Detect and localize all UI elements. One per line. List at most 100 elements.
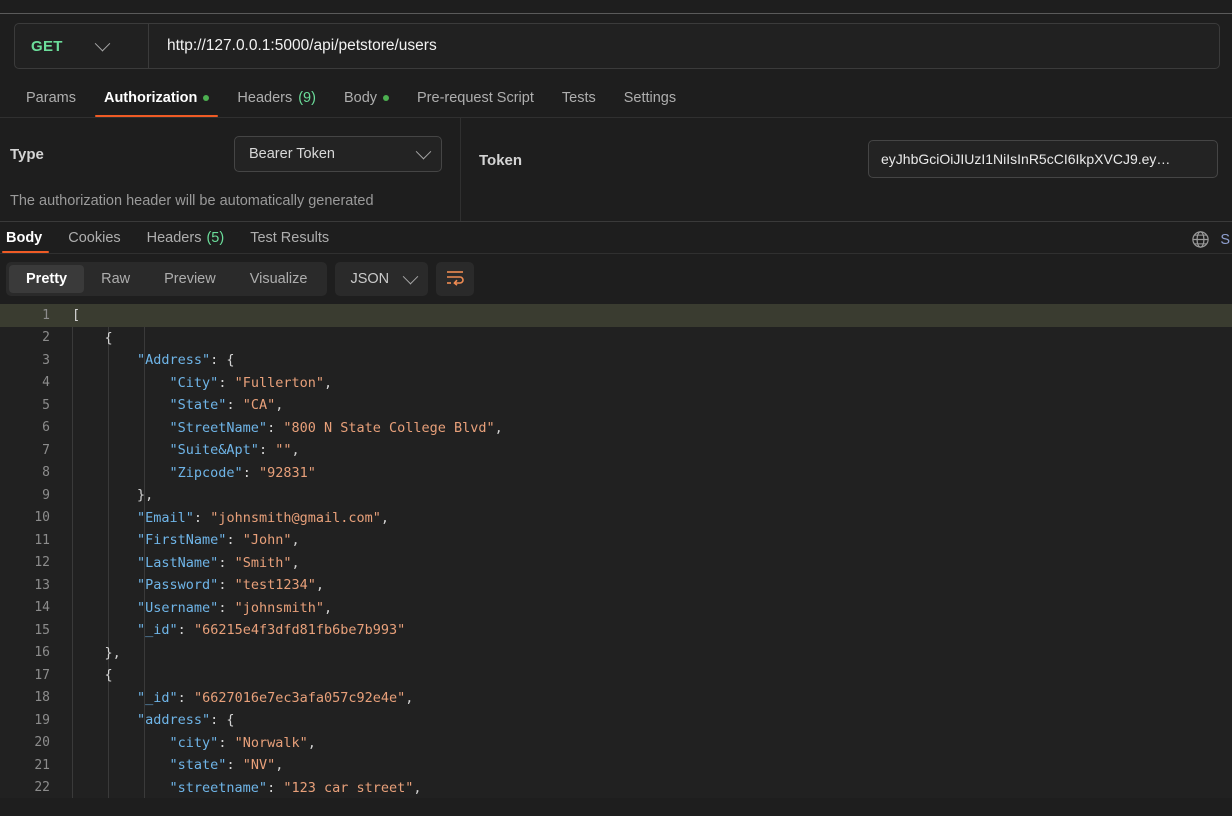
- line-number: 14: [34, 600, 50, 616]
- code-line: 16 },: [0, 642, 1232, 665]
- code-text: "LastName": "Smith",: [72, 554, 300, 571]
- code-line: 8 "Zipcode": "92831": [0, 462, 1232, 485]
- authorization-panel: Type Bearer Token The authorization head…: [0, 118, 1232, 221]
- code-text: "city": "Norwalk",: [72, 734, 316, 751]
- tab-params[interactable]: Params: [12, 78, 90, 117]
- chevron-down-icon: [94, 35, 111, 51]
- request-url-bar-container: GET: [0, 14, 1232, 78]
- tab-headers[interactable]: Headers (9): [223, 78, 330, 117]
- code-text: "Username": "johnsmith",: [72, 599, 333, 616]
- code-line: 7 "Suite&Apt": "",: [0, 439, 1232, 462]
- code-line: 2 {: [0, 327, 1232, 350]
- auth-type-select[interactable]: Bearer Token: [234, 136, 442, 172]
- authorization-type-row: Type Bearer Token: [0, 136, 460, 172]
- code-line: 5 "State": "CA",: [0, 394, 1232, 417]
- tab-label: Pre-request Script: [417, 89, 534, 106]
- code-line: 22 "streetname": "123 car street",: [0, 777, 1232, 799]
- token-value: eyJhbGciOiJIUzI1NiIsInR5cCI6IkpXVCJ9.ey…: [881, 151, 1171, 167]
- response-tab-body[interactable]: Body: [0, 222, 55, 253]
- response-body-code[interactable]: 1[2 {3 "Address": {4 "City": "Fullerton"…: [0, 304, 1232, 798]
- line-number: 3: [42, 352, 50, 368]
- code-line: 20 "city": "Norwalk",: [0, 732, 1232, 755]
- line-number: 9: [42, 487, 50, 503]
- response-format-select[interactable]: JSON: [335, 262, 429, 296]
- save-response-label[interactable]: S: [1220, 232, 1232, 248]
- tab-tests[interactable]: Tests: [548, 78, 610, 117]
- response-tab-cookies[interactable]: Cookies: [55, 222, 133, 253]
- line-number: 22: [34, 780, 50, 796]
- code-line: 6 "StreetName": "800 N State College Blv…: [0, 417, 1232, 440]
- tab-body[interactable]: Body: [330, 78, 403, 117]
- line-number: 21: [34, 757, 50, 773]
- token-label: Token: [479, 152, 523, 169]
- tab-settings[interactable]: Settings: [610, 78, 690, 117]
- line-number: 1: [42, 307, 50, 323]
- code-text: "FirstName": "John",: [72, 532, 300, 549]
- code-text: "Zipcode": "92831": [72, 464, 316, 481]
- code-text: },: [72, 487, 154, 504]
- chevron-down-icon: [415, 143, 432, 159]
- url-input[interactable]: [149, 24, 1219, 68]
- line-number: 7: [42, 442, 50, 458]
- view-mode-preview[interactable]: Preview: [147, 265, 233, 293]
- auth-type-label: Type: [10, 145, 44, 163]
- code-text: "City": "Fullerton",: [72, 374, 333, 391]
- code-line: 4 "City": "Fullerton",: [0, 372, 1232, 395]
- line-number: 8: [42, 465, 50, 481]
- view-mode-visualize[interactable]: Visualize: [233, 265, 325, 293]
- code-line: 17 {: [0, 664, 1232, 687]
- tab-label: Settings: [623, 89, 677, 106]
- word-wrap-icon: [444, 268, 466, 291]
- code-line: 18 "_id": "6627016e7ec3afa057c92e4e",: [0, 687, 1232, 710]
- line-number: 4: [42, 375, 50, 391]
- response-format-value: JSON: [350, 271, 390, 287]
- http-method-select[interactable]: GET: [15, 24, 149, 68]
- code-line: 10 "Email": "johnsmith@gmail.com",: [0, 507, 1232, 530]
- tab-pre-request-script[interactable]: Pre-request Script: [403, 78, 548, 117]
- authorization-type-column: Type Bearer Token The authorization head…: [0, 118, 461, 221]
- code-text: "state": "NV",: [72, 757, 284, 774]
- auth-type-value: Bearer Token: [249, 146, 335, 162]
- code-line: 9 },: [0, 484, 1232, 507]
- code-line: 21 "state": "NV",: [0, 754, 1232, 777]
- code-line: 3 "Address": {: [0, 349, 1232, 372]
- code-text: "Email": "johnsmith@gmail.com",: [72, 509, 390, 526]
- tab-authorization[interactable]: Authorization: [90, 78, 223, 117]
- response-tab-test-results[interactable]: Test Results: [237, 222, 342, 253]
- view-mode-raw[interactable]: Raw: [84, 265, 147, 293]
- tab-count: (5): [206, 229, 225, 246]
- line-number: 13: [34, 577, 50, 593]
- code-text: "State": "CA",: [72, 397, 284, 414]
- tab-label: Body: [6, 229, 43, 246]
- code-text: "streetname": "123 car street",: [72, 779, 422, 796]
- response-tabs: Body Cookies Headers (5) Test Results S: [0, 221, 1232, 254]
- tab-label: Params: [26, 89, 76, 106]
- line-number: 11: [34, 532, 50, 548]
- request-url-bar: GET: [14, 23, 1220, 69]
- modified-dot-icon: [203, 94, 210, 101]
- code-line: 14 "Username": "johnsmith",: [0, 597, 1232, 620]
- tab-label: Cookies: [68, 229, 121, 246]
- response-tab-headers[interactable]: Headers (5): [134, 222, 238, 253]
- code-line: 19 "address": {: [0, 709, 1232, 732]
- globe-icon[interactable]: [1191, 230, 1210, 249]
- line-number: 15: [34, 622, 50, 638]
- chevron-down-icon: [402, 268, 419, 284]
- line-number: 12: [34, 555, 50, 571]
- auth-help-text: The authorization header will be automat…: [10, 193, 374, 209]
- word-wrap-button[interactable]: [436, 262, 475, 296]
- tab-label: Test Results: [250, 229, 330, 246]
- line-number: 19: [34, 712, 50, 728]
- view-mode-pretty[interactable]: Pretty: [9, 265, 85, 293]
- response-actions: S: [1191, 230, 1232, 253]
- tab-label: Body: [343, 89, 378, 106]
- code-text: [: [72, 307, 81, 324]
- code-text: "Password": "test1234",: [72, 577, 324, 594]
- authorization-token-column: Token eyJhbGciOiJIUzI1NiIsInR5cCI6IkpXVC…: [461, 118, 1232, 221]
- code-line: 13 "Password": "test1234",: [0, 574, 1232, 597]
- code-text: {: [72, 329, 113, 346]
- code-line: 15 "_id": "66215e4f3dfd81fb6be7b993": [0, 619, 1232, 642]
- modified-dot-icon: [383, 94, 390, 101]
- token-input[interactable]: eyJhbGciOiJIUzI1NiIsInR5cCI6IkpXVCJ9.ey…: [868, 140, 1218, 178]
- tab-label: Tests: [561, 89, 596, 106]
